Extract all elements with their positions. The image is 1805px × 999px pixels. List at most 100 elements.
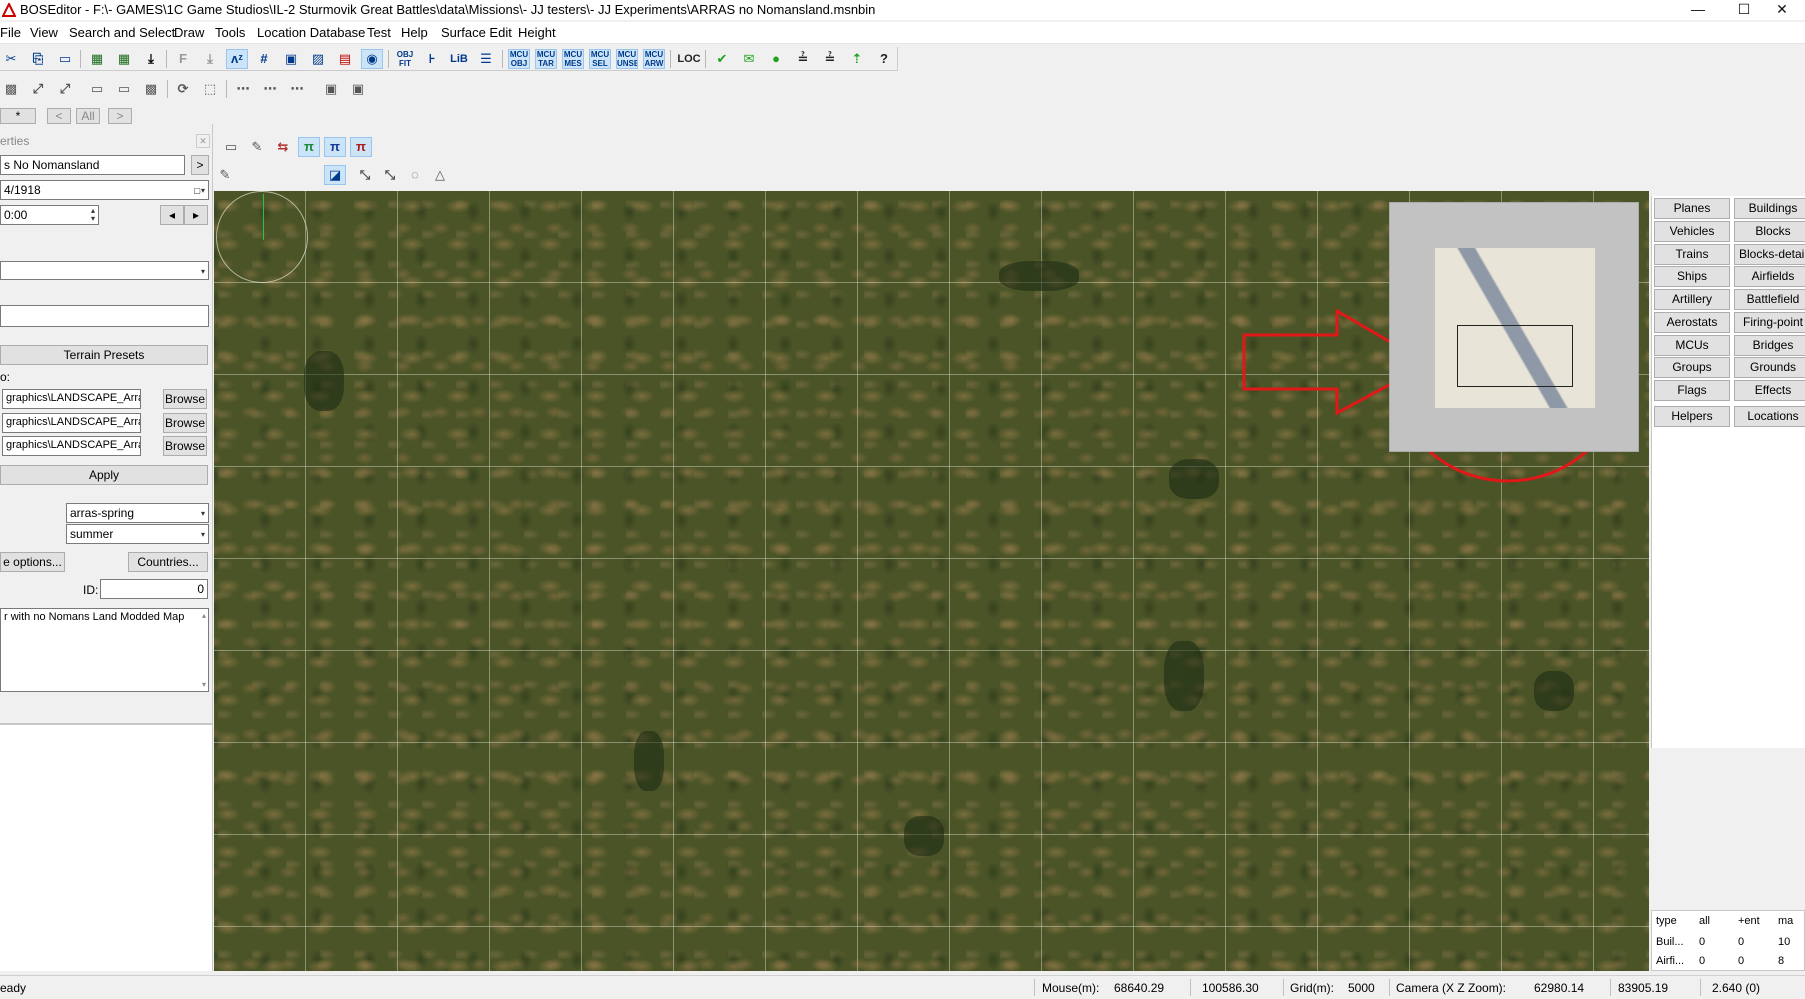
check-icon[interactable]: ✔: [711, 49, 733, 69]
name-expand-button[interactable]: >: [191, 155, 209, 175]
menu-view[interactable]: View: [30, 25, 58, 40]
time-field[interactable]: 0:00 ▴ ▾: [0, 205, 99, 225]
minimap[interactable]: [1389, 202, 1639, 452]
pi-blue-icon[interactable]: π: [324, 137, 346, 157]
browse-button-1[interactable]: Browse: [163, 389, 207, 409]
cone-icon[interactable]: △: [429, 165, 451, 185]
path-split-icon[interactable]: ⋯: [286, 79, 308, 99]
mcu-mes-button[interactable]: MCU MES: [562, 49, 584, 69]
image-edit-icon[interactable]: ▭: [113, 79, 135, 99]
rectangle-icon[interactable]: ▭: [220, 137, 242, 157]
preset-select[interactable]: ▾: [0, 261, 209, 280]
mail-icon[interactable]: ✉: [738, 49, 760, 69]
mcu-tar-button[interactable]: MCU TAR: [535, 49, 557, 69]
season-select-2[interactable]: summer ▾: [66, 524, 209, 544]
minimize-button[interactable]: —: [1675, 0, 1721, 20]
date-picker[interactable]: 4/1918 ▢▾: [0, 180, 209, 200]
preset-name-field[interactable]: [0, 305, 209, 327]
map-layers-icon[interactable]: ▦: [113, 49, 135, 69]
season-select-1[interactable]: arras-spring ▾: [66, 503, 209, 523]
mcu-obj-button[interactable]: MCU OBJ: [508, 49, 530, 69]
trains-button[interactable]: Trains: [1654, 244, 1730, 265]
obj-fit-button[interactable]: OBJ FIT: [394, 49, 416, 69]
countries-button[interactable]: Countries...: [128, 552, 208, 572]
aerostats-button[interactable]: Aerostats: [1654, 312, 1730, 333]
drop-icon[interactable]: ◌: [404, 165, 426, 185]
list-icon[interactable]: ☰: [475, 49, 497, 69]
pi-green-icon[interactable]: π: [298, 137, 320, 157]
minimap-view-rect[interactable]: [1457, 325, 1573, 387]
all-groups-button[interactable]: All: [76, 108, 100, 124]
brush-icon[interactable]: ⤡: [354, 165, 376, 185]
menu-height[interactable]: Height: [518, 25, 556, 40]
rotate-icon[interactable]: ⟳: [172, 79, 194, 99]
download-disabled-icon[interactable]: ⤓: [199, 49, 221, 69]
mcu-sel-button[interactable]: MCU SEL: [589, 49, 611, 69]
stamp-edit-icon[interactable]: ▣: [347, 79, 369, 99]
loc-button[interactable]: LOC: [676, 49, 702, 69]
cut-icon[interactable]: ✂: [0, 49, 22, 69]
menu-location-database[interactable]: Location Database: [257, 25, 365, 40]
target-icon[interactable]: ◉: [361, 49, 383, 69]
menu-test[interactable]: Test: [367, 25, 391, 40]
buildings-button[interactable]: Buildings: [1734, 198, 1805, 219]
blocks-button[interactable]: Blocks: [1734, 221, 1805, 242]
scroll-down-icon[interactable]: ▾: [202, 680, 206, 689]
options-button[interactable]: e options...: [0, 552, 65, 572]
axis-icon[interactable]: ʌᶻ: [226, 49, 248, 69]
grid-icon[interactable]: #: [253, 49, 275, 69]
battlefield-button[interactable]: Battlefield: [1734, 289, 1805, 310]
description-textarea[interactable]: r with no Nomans Land Modded Map ▴ ▾: [0, 608, 209, 692]
menu-search-and-select[interactable]: Search and Select: [69, 25, 175, 40]
brush-flat-icon[interactable]: ⤡: [379, 165, 401, 185]
height-icon[interactable]: ≟: [792, 49, 814, 69]
texture-icon[interactable]: ▩: [0, 79, 22, 99]
help-icon[interactable]: ?: [873, 49, 895, 69]
menu-tools[interactable]: Tools: [215, 25, 245, 40]
helpers-button[interactable]: Helpers: [1654, 406, 1730, 427]
wand-icon[interactable]: ⤢: [27, 79, 49, 99]
menu-draw[interactable]: Draw: [174, 25, 204, 40]
mission-name-field[interactable]: s No Nomansland: [0, 155, 185, 175]
time-next-button[interactable]: ▸: [184, 205, 208, 225]
menu-surface-edit[interactable]: Surface Edit: [441, 25, 512, 40]
grounds-button[interactable]: Grounds: [1734, 357, 1805, 378]
download-icon[interactable]: ⤓: [140, 49, 162, 69]
tab-star[interactable]: *: [0, 108, 36, 124]
path-field-2[interactable]: graphics\LANDSCAPE_Arras: [2, 413, 141, 433]
path-icon[interactable]: ⋯: [232, 79, 254, 99]
ruler-icon[interactable]: ▭: [54, 49, 76, 69]
bridges-button[interactable]: Bridges: [1734, 335, 1805, 356]
close-panel-icon[interactable]: ✕: [196, 134, 210, 148]
gbp-icon[interactable]: ▤: [334, 49, 356, 69]
path-field-1[interactable]: graphics\LANDSCAPE_Arras: [2, 389, 141, 409]
vehicles-button[interactable]: Vehicles: [1654, 221, 1730, 242]
copy-icon[interactable]: ⎘: [27, 49, 49, 69]
effects-button[interactable]: Effects: [1734, 380, 1805, 401]
flags-button[interactable]: Flags: [1654, 380, 1730, 401]
f-icon[interactable]: F: [172, 49, 194, 69]
ships-button[interactable]: Ships: [1654, 266, 1730, 287]
object-tree[interactable]: [0, 724, 213, 971]
pencil-icon[interactable]: ✎: [214, 165, 236, 185]
mcu-unse-button[interactable]: MCU UNSE: [616, 49, 638, 69]
terrain-presets-button[interactable]: Terrain Presets: [0, 345, 208, 365]
apply-button[interactable]: Apply: [0, 465, 208, 485]
menu-help[interactable]: Help: [401, 25, 428, 40]
lib-button[interactable]: LiB: [448, 49, 470, 69]
image-icon[interactable]: ▭: [86, 79, 108, 99]
pi-red-icon[interactable]: π: [350, 137, 372, 157]
swap-icon[interactable]: ⇆: [272, 137, 294, 157]
artillery-button[interactable]: Artillery: [1654, 289, 1730, 310]
close-button[interactable]: ✕: [1759, 0, 1805, 20]
menu-file[interactable]: File: [0, 25, 21, 40]
browse-button-3[interactable]: Browse: [163, 436, 207, 456]
map-icon[interactable]: ▦: [86, 49, 108, 69]
stamp-icon[interactable]: ▣: [320, 79, 342, 99]
level-icon[interactable]: ≟: [819, 49, 841, 69]
checker-icon[interactable]: ▩: [140, 79, 162, 99]
tat-icon[interactable]: ▨: [307, 49, 329, 69]
blocks-detail-button[interactable]: Blocks-detail: [1734, 244, 1805, 265]
arrow-up-icon[interactable]: ⇡: [846, 49, 868, 69]
id-field[interactable]: 0: [100, 579, 208, 599]
